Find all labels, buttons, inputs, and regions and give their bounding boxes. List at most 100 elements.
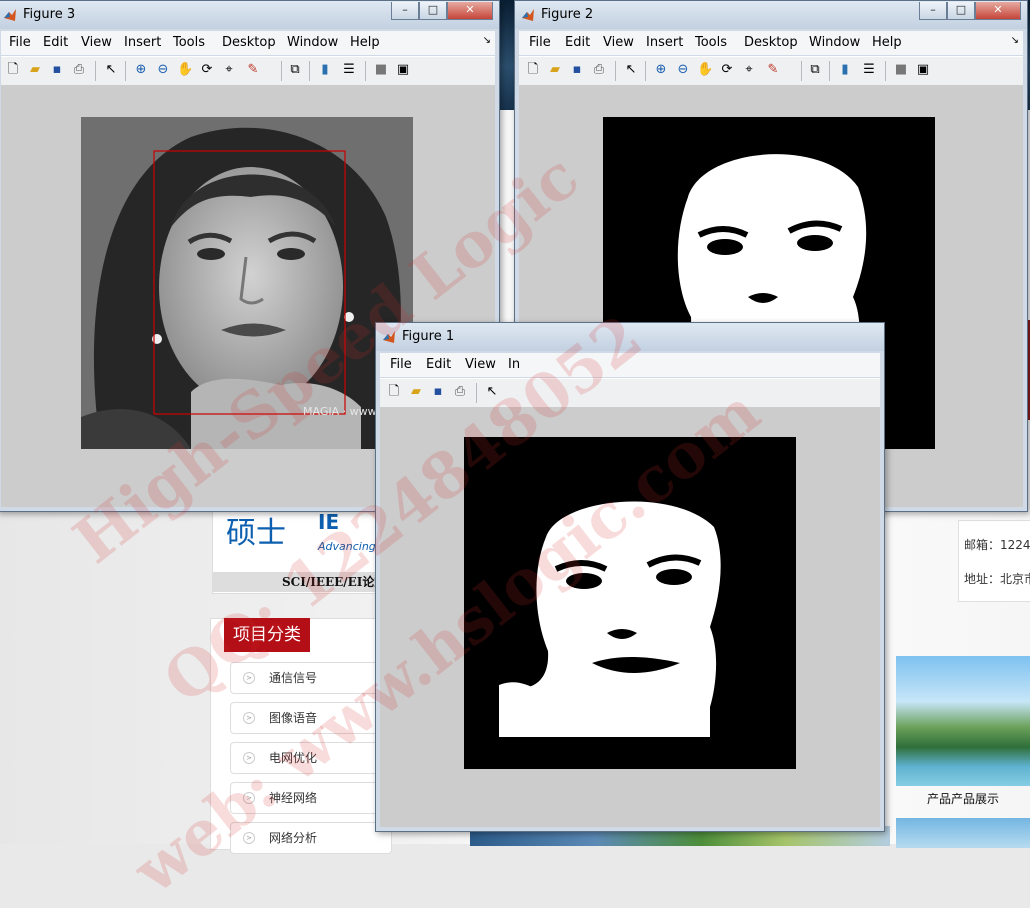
chevron-right-icon: > (243, 712, 255, 724)
pan-hand-icon[interactable]: ✋ (697, 62, 713, 78)
menu-edit[interactable]: Edit (43, 35, 68, 50)
brush-icon[interactable]: ✎ (765, 62, 781, 78)
menu-file[interactable]: File (390, 357, 412, 372)
show-plot-tools-icon[interactable]: ▣ (395, 62, 411, 78)
dock-arrow-icon[interactable]: ↘ (483, 35, 491, 46)
category-item[interactable]: > 电网优化 (230, 742, 392, 774)
category-item-label: 电网优化 (269, 751, 318, 765)
menu-window[interactable]: Window (809, 35, 860, 50)
figure-toolbar: 🗋 ▰ ▪ ⎙ ↖ (380, 378, 880, 408)
print-icon[interactable]: ⎙ (71, 62, 87, 78)
matlab-icon (4, 9, 16, 21)
window-title: Figure 1 (402, 329, 455, 344)
menu-window[interactable]: Window (287, 35, 338, 50)
hide-plot-tools-icon[interactable]: ■ (893, 62, 909, 78)
menu-view[interactable]: View (603, 35, 634, 50)
open-folder-icon[interactable]: ▰ (408, 384, 424, 400)
title-bar[interactable]: Figure 1 (376, 323, 884, 351)
product-photo[interactable] (896, 656, 1030, 786)
save-icon[interactable]: ▪ (569, 62, 585, 78)
zoom-in-icon[interactable]: ⊕ (653, 62, 669, 78)
new-file-icon[interactable]: 🗋 (5, 62, 21, 78)
figure-toolbar: 🗋 ▰ ▪ ⎙ ↖ ⊕ ⊖ ✋ ⟳ ⌖ ✎ ⧉ ▮ ☰ ■ ▣ (1, 56, 495, 86)
menu-desktop[interactable]: Desktop (222, 35, 276, 50)
menu-insert[interactable]: Insert (646, 35, 683, 50)
legend-icon[interactable]: ☰ (341, 62, 357, 78)
minimize-button[interactable]: – (391, 2, 419, 20)
menu-tools[interactable]: Tools (173, 35, 205, 50)
category-item[interactable]: > 网络分析 (230, 822, 392, 854)
menu-tools[interactable]: Tools (695, 35, 727, 50)
link-plot-icon[interactable]: ⧉ (287, 62, 303, 78)
menu-file[interactable]: File (529, 35, 551, 50)
pointer-icon[interactable]: ↖ (623, 62, 639, 78)
data-cursor-icon[interactable]: ⌖ (741, 62, 757, 78)
close-button[interactable]: ✕ (975, 2, 1021, 20)
figure-toolbar: 🗋 ▰ ▪ ⎙ ↖ ⊕ ⊖ ✋ ⟳ ⌖ ✎ ⧉ ▮ ☰ ■ ▣ (519, 56, 1023, 86)
menu-bar: File Edit View Insert Tools Desktop Wind… (1, 31, 495, 55)
figure-1-window[interactable]: Figure 1 File Edit View In 🗋 ▰ ▪ ⎙ ↖ (375, 322, 885, 832)
menu-view[interactable]: View (465, 357, 496, 372)
print-icon[interactable]: ⎙ (452, 384, 468, 400)
product-caption: 产品产品展示 (926, 792, 999, 806)
maximize-button[interactable]: □ (947, 2, 975, 20)
menu-edit[interactable]: Edit (565, 35, 590, 50)
ieee-logo-text: IE (318, 510, 340, 534)
pointer-icon[interactable]: ↖ (484, 384, 500, 400)
chevron-right-icon: > (243, 672, 255, 684)
contact-panel (958, 520, 1030, 602)
category-item-label: 图像语音 (269, 711, 318, 725)
category-item[interactable]: > 图像语音 (230, 702, 392, 734)
show-plot-tools-icon[interactable]: ▣ (915, 62, 931, 78)
colorbar-icon[interactable]: ▮ (317, 62, 333, 78)
colorbar-icon[interactable]: ▮ (837, 62, 853, 78)
chevron-right-icon: > (243, 752, 255, 764)
contact-email: 邮箱：1224 (964, 538, 1030, 552)
grayscale-face-image[interactable]: MAGIA · www.qesign.com (81, 117, 413, 449)
save-icon[interactable]: ▪ (430, 384, 446, 400)
category-item[interactable]: > 神经网络 (230, 782, 392, 814)
menu-view[interactable]: View (81, 35, 112, 50)
save-icon[interactable]: ▪ (49, 62, 65, 78)
legend-icon[interactable]: ☰ (861, 62, 877, 78)
menu-file[interactable]: File (9, 35, 31, 50)
pan-hand-icon[interactable]: ✋ (177, 62, 193, 78)
zoom-out-icon[interactable]: ⊖ (155, 62, 171, 78)
title-bar[interactable]: Figure 3 – □ ✕ (0, 1, 499, 29)
menu-help[interactable]: Help (872, 35, 902, 50)
open-folder-icon[interactable]: ▰ (547, 62, 563, 78)
contact-address: 地址：北京市 (964, 572, 1030, 586)
menu-insert[interactable]: In (508, 357, 520, 372)
print-icon[interactable]: ⎙ (591, 62, 607, 78)
maximize-button[interactable]: □ (419, 2, 447, 20)
minimize-button[interactable]: – (919, 2, 947, 20)
rotate-3d-icon[interactable]: ⟳ (199, 62, 215, 78)
data-cursor-icon[interactable]: ⌖ (221, 62, 237, 78)
rotate-3d-icon[interactable]: ⟳ (719, 62, 735, 78)
link-plot-icon[interactable]: ⧉ (807, 62, 823, 78)
menu-desktop[interactable]: Desktop (744, 35, 798, 50)
category-panel (210, 618, 392, 850)
zoom-out-icon[interactable]: ⊖ (675, 62, 691, 78)
open-folder-icon[interactable]: ▰ (27, 62, 43, 78)
chevron-right-icon: > (243, 792, 255, 804)
menu-edit[interactable]: Edit (426, 357, 451, 372)
dock-arrow-icon[interactable]: ↘ (1011, 35, 1019, 46)
pointer-icon[interactable]: ↖ (103, 62, 119, 78)
category-item[interactable]: > 通信信号 (230, 662, 392, 694)
category-item-label: 通信信号 (269, 671, 318, 685)
hide-plot-tools-icon[interactable]: ■ (373, 62, 389, 78)
category-item-label: 网络分析 (269, 831, 318, 845)
menu-insert[interactable]: Insert (124, 35, 161, 50)
menu-help[interactable]: Help (350, 35, 380, 50)
sci-label: SCI/IEEE/EI论文 (282, 575, 387, 589)
title-bar[interactable]: Figure 2 – □ ✕ (515, 1, 1027, 29)
matlab-icon (383, 331, 395, 343)
new-file-icon[interactable]: 🗋 (386, 384, 402, 400)
site-logo-text: 硕士 (226, 516, 286, 551)
close-button[interactable]: ✕ (447, 2, 493, 20)
brush-icon[interactable]: ✎ (245, 62, 261, 78)
new-file-icon[interactable]: 🗋 (525, 62, 541, 78)
zoom-in-icon[interactable]: ⊕ (133, 62, 149, 78)
binary-face-image[interactable] (464, 437, 796, 769)
